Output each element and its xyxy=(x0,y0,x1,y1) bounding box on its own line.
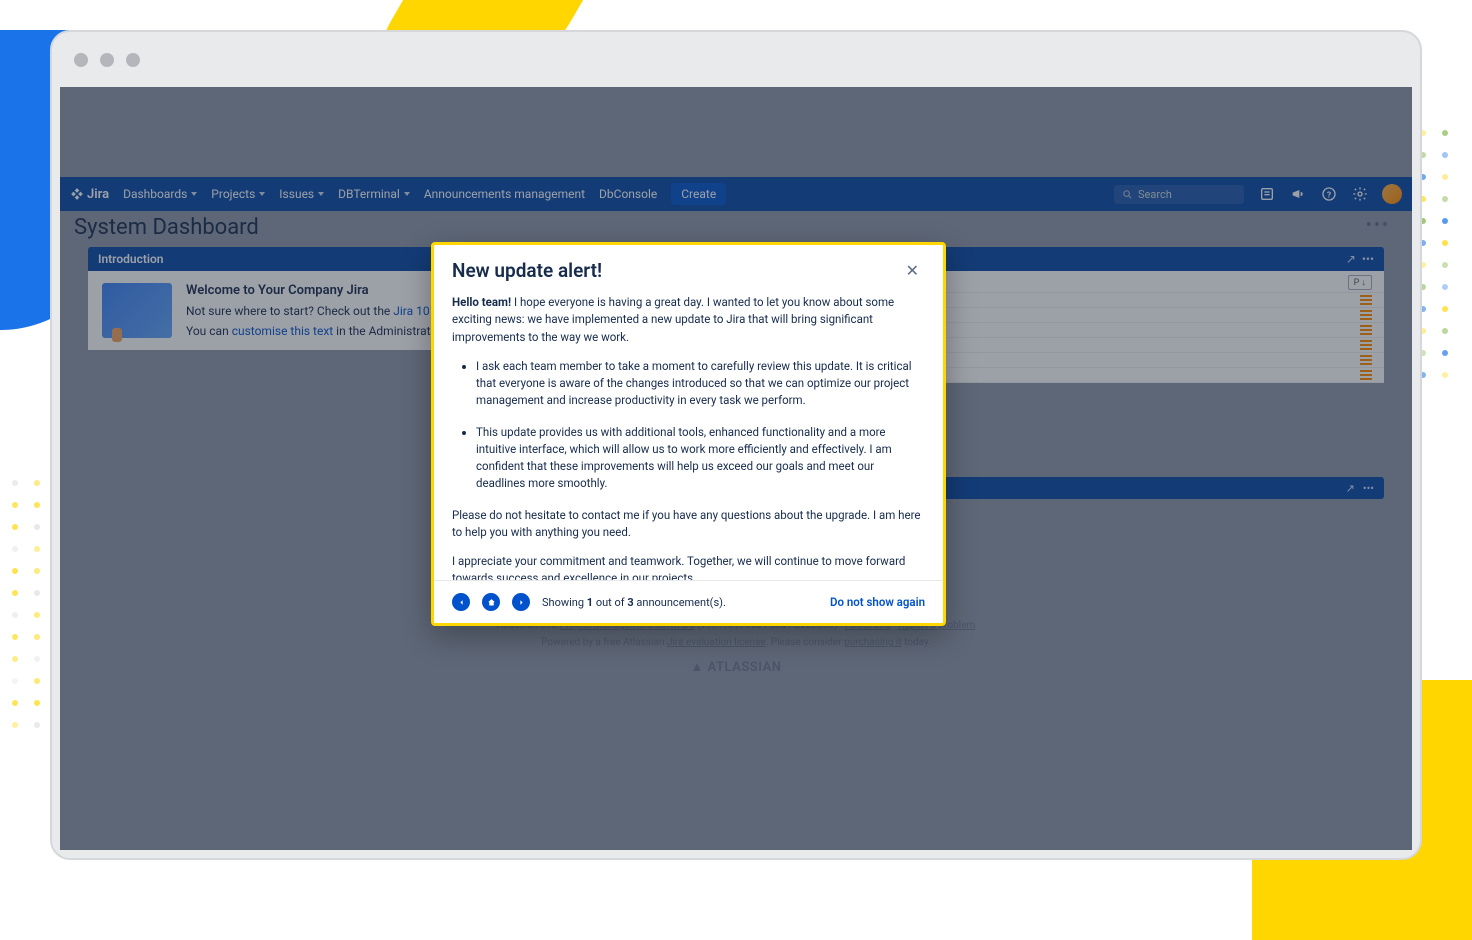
browser-frame: Jira Dashboards Projects Issues DBTermin… xyxy=(50,30,1422,860)
window-button xyxy=(74,53,88,67)
window-button xyxy=(126,53,140,67)
modal-title: New update alert! xyxy=(452,259,602,282)
bullet-item: I ask each team member to take a moment … xyxy=(476,358,925,410)
viewport: Jira Dashboards Projects Issues DBTermin… xyxy=(60,87,1412,850)
home-announcement-button[interactable] xyxy=(482,593,500,611)
close-icon[interactable]: ✕ xyxy=(900,259,925,282)
bullet-item: This update provides us with additional … xyxy=(476,424,925,493)
browser-titlebar xyxy=(52,32,1420,87)
pager-status: Showing 1 out of 3 announcement(s). xyxy=(542,596,726,609)
window-button xyxy=(100,53,114,67)
prev-announcement-button[interactable] xyxy=(452,593,470,611)
do-not-show-again-link[interactable]: Do not show again xyxy=(830,595,925,609)
modal-paragraph: Please do not hesitate to contact me if … xyxy=(452,507,925,542)
next-announcement-button[interactable] xyxy=(512,593,530,611)
announcement-modal: New update alert! ✕ Hello team! I hope e… xyxy=(431,242,946,626)
modal-body[interactable]: Hello team! I hope everyone is having a … xyxy=(434,290,943,580)
modal-paragraph: I appreciate your commitment and teamwor… xyxy=(452,553,925,580)
